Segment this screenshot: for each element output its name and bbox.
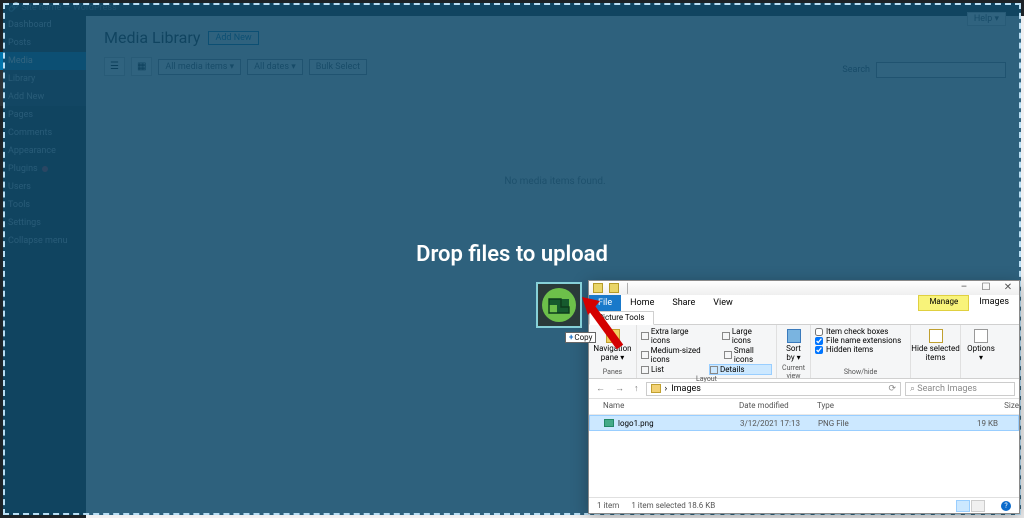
image-file-icon xyxy=(604,419,614,427)
window-close-button[interactable]: ✕ xyxy=(997,281,1019,295)
sort-by-button[interactable]: Sort by ▾ xyxy=(781,327,806,364)
context-title: Images xyxy=(969,295,1019,311)
tab-share[interactable]: Share xyxy=(663,295,704,311)
layout-options: Extra large iconsLarge icons Medium-size… xyxy=(641,327,772,375)
file-type: PNG File xyxy=(818,419,888,428)
sort-icon xyxy=(787,329,801,343)
address-bar-row: ← → ↑ › Images ⟳ ⌕ Search Images xyxy=(589,379,1019,399)
view-thumb-toggle[interactable] xyxy=(971,500,985,512)
file-date: 3/12/2021 17:13 xyxy=(740,419,818,428)
item-check-boxes-toggle[interactable]: Item check boxes xyxy=(815,327,906,336)
window-minimize-button[interactable]: – xyxy=(953,281,975,295)
hide-icon xyxy=(929,329,943,343)
col-name[interactable]: Name xyxy=(603,399,739,414)
layout-medium-icons[interactable]: Medium-sized iconsSmall icons xyxy=(641,346,772,364)
folder-icon xyxy=(593,283,603,293)
breadcrumb-current[interactable]: Images xyxy=(671,384,701,394)
col-type[interactable]: Type xyxy=(817,399,887,414)
explorer-search-box[interactable]: ⌕ Search Images xyxy=(905,382,1015,396)
tab-view[interactable]: View xyxy=(704,295,741,311)
folder-icon xyxy=(651,384,661,393)
folder-icon xyxy=(609,283,619,293)
options-icon xyxy=(974,329,988,343)
file-row[interactable]: logo1.png3/12/2021 17:13PNG File19 KB xyxy=(589,415,1019,431)
ribbon-meta-tabs: File Home Share View Manage Images xyxy=(589,295,1019,311)
window-maximize-button[interactable]: ☐ xyxy=(975,281,997,295)
breadcrumb-chevron[interactable]: › xyxy=(665,384,668,394)
address-bar[interactable]: › Images ⟳ xyxy=(646,382,902,396)
drop-text: Drop files to upload xyxy=(416,242,608,267)
layout-extra-large-icons[interactable]: Extra large iconsLarge icons xyxy=(641,327,772,345)
tab-manage[interactable]: Manage xyxy=(918,295,969,311)
ribbon-subtabs: Picture Tools xyxy=(589,311,1019,325)
nav-forward-button[interactable]: → xyxy=(612,383,627,394)
annotation-arrow xyxy=(580,295,628,353)
status-count: 1 item xyxy=(597,501,619,510)
col-date[interactable]: Date modified xyxy=(739,399,817,414)
dragging-file-thumbnail xyxy=(536,282,582,328)
layout-details[interactable]: Details xyxy=(709,364,772,375)
status-selected: 1 item selected 18.6 KB xyxy=(631,501,715,510)
explorer-titlebar[interactable]: │ – ☐ ✕ xyxy=(589,281,1019,295)
explorer-statusbar: 1 item 1 item selected 18.6 KB ? xyxy=(589,497,1019,513)
ribbon: Navigation pane ▾ Panes Extra large icon… xyxy=(589,325,1019,379)
file-explorer-window[interactable]: │ – ☐ ✕ File Home Share View Manage Imag… xyxy=(588,280,1020,514)
file-name-extensions-toggle[interactable]: File name extensions xyxy=(815,336,906,345)
col-size[interactable]: Size xyxy=(887,399,1019,414)
search-icon: ⌕ xyxy=(910,384,915,394)
hidden-items-toggle[interactable]: Hidden items xyxy=(815,345,906,354)
options-button[interactable]: Options ▾ xyxy=(965,327,997,364)
file-list[interactable]: logo1.png3/12/2021 17:13PNG File19 KB xyxy=(589,415,1019,431)
column-headers: Name Date modified Type Size xyxy=(589,399,1019,415)
file-name: logo1.png xyxy=(618,419,740,428)
nav-back-button[interactable]: ← xyxy=(593,383,608,394)
hide-selected-items-button[interactable]: Hide selected items xyxy=(915,327,956,364)
help-icon[interactable]: ? xyxy=(1001,501,1011,511)
titlebar-sep: │ xyxy=(625,283,631,294)
view-details-toggle[interactable] xyxy=(956,500,970,512)
nav-up-button[interactable]: ↑ xyxy=(631,383,642,394)
file-size: 19 KB xyxy=(888,419,1018,428)
